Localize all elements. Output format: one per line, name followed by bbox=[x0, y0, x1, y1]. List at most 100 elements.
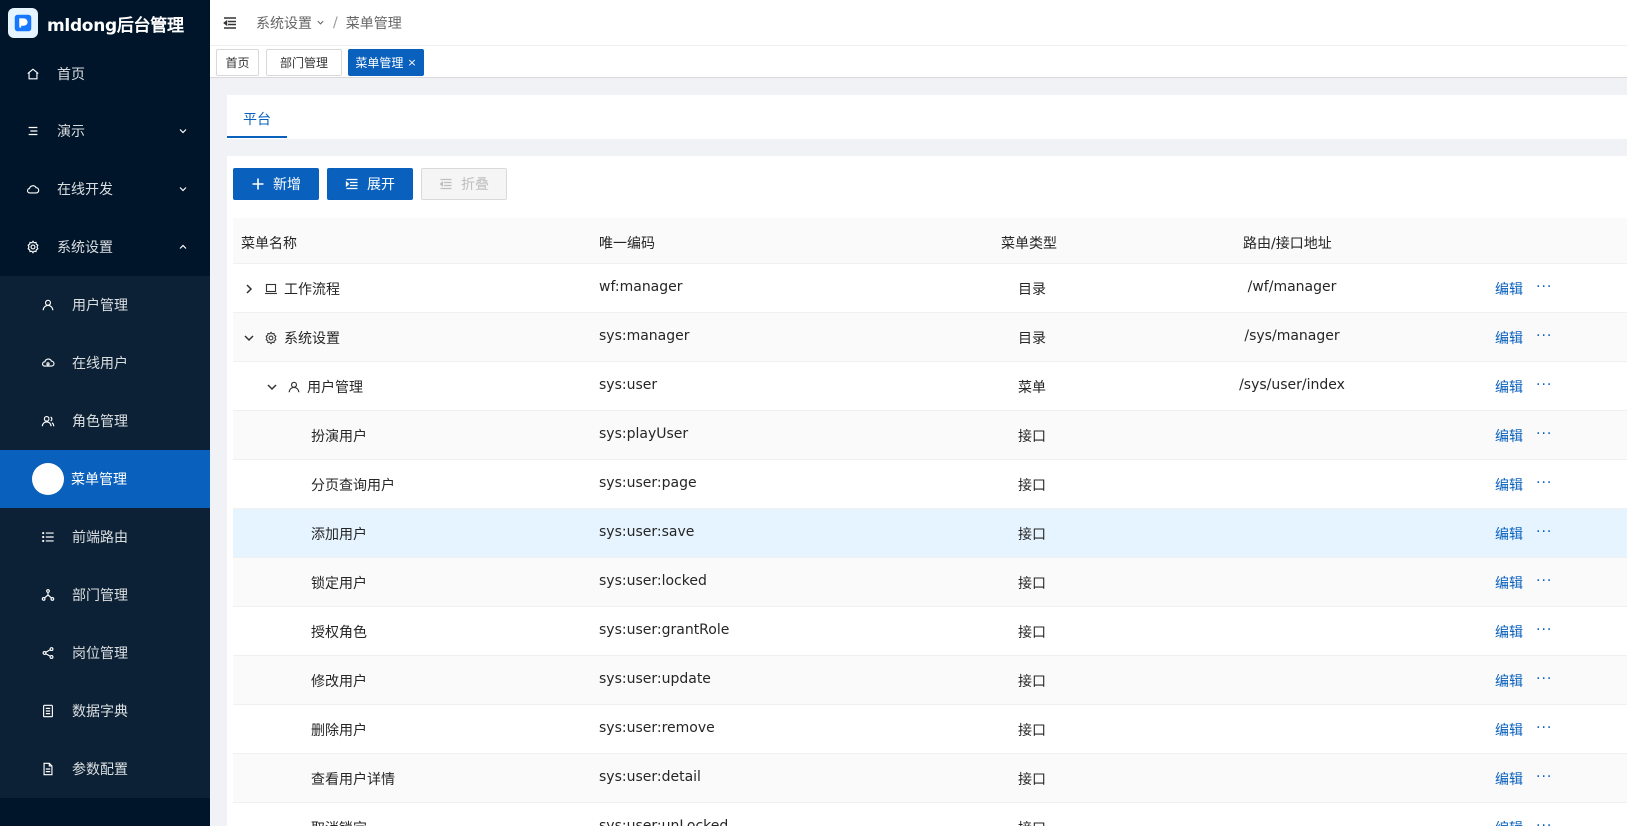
edit-link[interactable]: 编辑 bbox=[1495, 328, 1523, 348]
more-icon[interactable]: ··· bbox=[1536, 377, 1552, 393]
tab-label: 菜单管理 bbox=[355, 56, 404, 70]
sidebar-item-label: 部门管理 bbox=[72, 588, 128, 604]
column-header-code[interactable]: 唯一编码 bbox=[599, 233, 655, 253]
sidebar-item-label: 前端路由 bbox=[72, 530, 128, 546]
chevron-down-icon bbox=[179, 129, 187, 134]
tab-home[interactable]: 首页 bbox=[216, 49, 259, 76]
chevron-up-icon bbox=[179, 244, 187, 249]
breadcrumb-current: 菜单管理 bbox=[345, 15, 402, 32]
edit-link[interactable]: 编辑 bbox=[1495, 475, 1523, 495]
sidebar-item-system-settings[interactable]: 系统设置 bbox=[0, 218, 210, 276]
button-label: 折叠 bbox=[461, 177, 489, 193]
more-icon[interactable]: ··· bbox=[1536, 573, 1552, 589]
table-row[interactable]: 取消锁定 sys:user:unLocked 接口 编辑 ··· bbox=[233, 803, 1627, 826]
home-icon bbox=[26, 67, 40, 81]
menu-table-card: 新增 展开 折叠 菜单名称 唯一编码 菜单类型 路由/接口地址 工作流程 wf:… bbox=[227, 156, 1627, 826]
menu-name: 扮演用户 bbox=[311, 429, 367, 445]
table-row[interactable]: 分页查询用户 sys:user:page 接口 编辑 ··· bbox=[233, 460, 1627, 509]
edit-link[interactable]: 编辑 bbox=[1495, 377, 1523, 397]
table-row[interactable]: 工作流程 wf:manager 目录 /wf/manager 编辑 ··· bbox=[233, 264, 1627, 313]
column-header-path[interactable]: 路由/接口地址 bbox=[1243, 233, 1332, 253]
breadcrumb-separator: / bbox=[333, 14, 338, 31]
gear-icon bbox=[265, 331, 277, 345]
more-icon[interactable]: ··· bbox=[1536, 426, 1552, 442]
tab-dept-management[interactable]: 部门管理 bbox=[266, 49, 342, 76]
more-icon[interactable]: ··· bbox=[1536, 475, 1552, 491]
sidebar-item-param-config[interactable]: 参数配置 bbox=[0, 740, 210, 798]
sidebar-item-role-management[interactable]: 角色管理 bbox=[0, 392, 210, 450]
table-row[interactable]: 删除用户 sys:user:remove 接口 编辑 ··· bbox=[233, 705, 1627, 754]
edit-link[interactable]: 编辑 bbox=[1495, 279, 1523, 299]
more-icon[interactable]: ··· bbox=[1536, 720, 1552, 736]
menu-code: sys:user:update bbox=[599, 671, 711, 687]
chevron-down-icon[interactable] bbox=[243, 332, 255, 344]
sidebar-item-demo[interactable]: 演示 bbox=[0, 102, 210, 160]
chevron-down-icon[interactable] bbox=[266, 381, 278, 393]
table-row[interactable]: 用户管理 sys:user 菜单 /sys/user/index 编辑 ··· bbox=[233, 362, 1627, 411]
edit-link[interactable]: 编辑 bbox=[1495, 426, 1523, 446]
edit-link[interactable]: 编辑 bbox=[1495, 818, 1523, 826]
column-header-name[interactable]: 菜单名称 bbox=[241, 233, 297, 253]
collapse-button[interactable]: 折叠 bbox=[421, 168, 507, 200]
table-row[interactable]: 授权角色 sys:user:grantRole 接口 编辑 ··· bbox=[233, 607, 1627, 656]
menu-fold-icon[interactable] bbox=[222, 15, 238, 31]
more-icon[interactable]: ··· bbox=[1536, 622, 1552, 638]
menu-code: sys:user:detail bbox=[599, 769, 701, 785]
sidebar-item-user-management[interactable]: 用户管理 bbox=[0, 276, 210, 334]
chevron-down-icon[interactable] bbox=[316, 18, 325, 27]
sidebar-item-menu-management[interactable]: 菜单管理 bbox=[0, 450, 210, 508]
table-row[interactable]: 添加用户 sys:user:save 接口 编辑 ··· bbox=[233, 509, 1627, 558]
sidebar-item-label: 在线开发 bbox=[57, 182, 113, 198]
menu-type: 接口 bbox=[1018, 723, 1046, 739]
logo[interactable]: mldong后台管理 bbox=[0, 0, 210, 46]
sidebar-item-label: 岗位管理 bbox=[72, 646, 128, 662]
more-icon[interactable]: ··· bbox=[1536, 818, 1552, 826]
tab-platform[interactable]: 平台 bbox=[243, 109, 271, 129]
expand-button[interactable]: 展开 bbox=[327, 168, 413, 200]
sidebar-item-post-management[interactable]: 岗位管理 bbox=[0, 624, 210, 682]
chevron-right-icon[interactable] bbox=[243, 283, 255, 295]
table-row[interactable]: 修改用户 sys:user:update 接口 编辑 ··· bbox=[233, 656, 1627, 705]
edit-link[interactable]: 编辑 bbox=[1495, 671, 1523, 691]
add-button[interactable]: 新增 bbox=[233, 168, 319, 200]
more-icon[interactable]: ··· bbox=[1536, 279, 1552, 295]
column-header-type[interactable]: 菜单类型 bbox=[1001, 233, 1057, 253]
share-icon bbox=[41, 646, 55, 660]
name-cell: 工作流程 bbox=[243, 279, 340, 299]
edit-link[interactable]: 编辑 bbox=[1495, 720, 1523, 740]
sidebar-item-label: 演示 bbox=[57, 124, 85, 140]
edit-link[interactable]: 编辑 bbox=[1495, 573, 1523, 593]
table-row[interactable]: 系统设置 sys:manager 目录 /sys/manager 编辑 ··· bbox=[233, 313, 1627, 362]
table-row[interactable]: 锁定用户 sys:user:locked 接口 编辑 ··· bbox=[233, 558, 1627, 607]
more-icon[interactable]: ··· bbox=[1536, 524, 1552, 540]
sidebar-item-online-users[interactable]: 在线用户 bbox=[0, 334, 210, 392]
menu-code: sys:manager bbox=[599, 328, 690, 344]
table-header: 菜单名称 唯一编码 菜单类型 路由/接口地址 bbox=[233, 218, 1627, 264]
table-row[interactable]: 查看用户详情 sys:user:detail 接口 编辑 ··· bbox=[233, 754, 1627, 803]
sidebar-item-data-dict[interactable]: 数据字典 bbox=[0, 682, 210, 740]
collapse-icon bbox=[439, 178, 452, 190]
menu-type: 接口 bbox=[1018, 674, 1046, 690]
toolbar: 新增 展开 折叠 bbox=[233, 168, 515, 200]
tab-menu-management[interactable]: 菜单管理 × bbox=[348, 49, 424, 76]
tab-label: 部门管理 bbox=[279, 56, 328, 70]
sidebar-item-frontend-routes[interactable]: 前端路由 bbox=[0, 508, 210, 566]
menu-type: 接口 bbox=[1018, 625, 1046, 641]
sidebar-item-home[interactable]: 首页 bbox=[0, 46, 210, 102]
close-icon[interactable]: × bbox=[407, 56, 416, 69]
list-icon bbox=[26, 124, 40, 138]
sidebar-item-dept-management[interactable]: 部门管理 bbox=[0, 566, 210, 624]
table-row[interactable]: 扮演用户 sys:playUser 接口 编辑 ··· bbox=[233, 411, 1627, 460]
menu-code: sys:user:page bbox=[599, 475, 697, 491]
sidebar-item-online-dev[interactable]: 在线开发 bbox=[0, 160, 210, 218]
edit-link[interactable]: 编辑 bbox=[1495, 524, 1523, 544]
user-icon bbox=[288, 381, 300, 393]
more-icon[interactable]: ··· bbox=[1536, 671, 1552, 687]
breadcrumb-item[interactable]: 系统设置 bbox=[256, 13, 312, 33]
expand-icon bbox=[345, 178, 358, 190]
more-icon[interactable]: ··· bbox=[1536, 328, 1552, 344]
route-icon bbox=[41, 530, 55, 544]
edit-link[interactable]: 编辑 bbox=[1495, 769, 1523, 789]
more-icon[interactable]: ··· bbox=[1536, 769, 1552, 785]
edit-link[interactable]: 编辑 bbox=[1495, 622, 1523, 642]
